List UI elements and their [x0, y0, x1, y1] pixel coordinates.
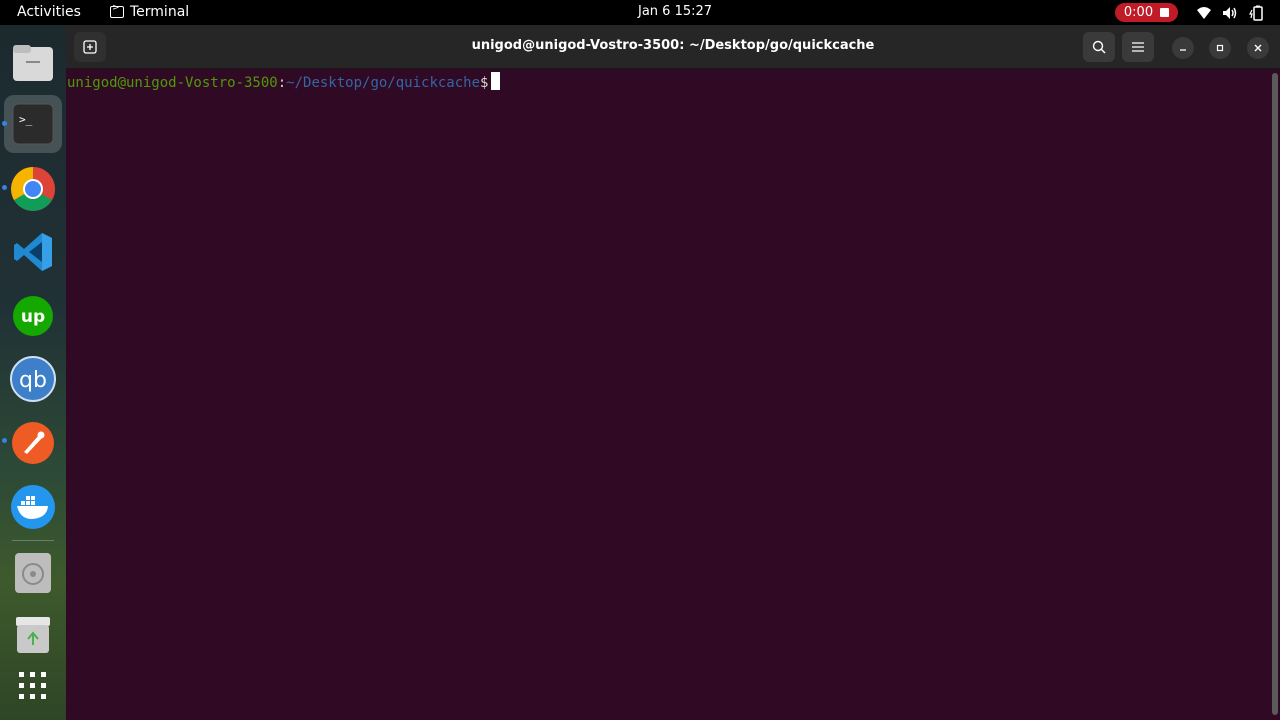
- prompt-path: ~/Desktop/go/quickcache: [286, 75, 481, 91]
- minimize-button[interactable]: [1172, 37, 1194, 59]
- dock-upwork[interactable]: up: [9, 292, 57, 340]
- minimize-icon: [1180, 49, 1186, 51]
- close-button[interactable]: [1247, 37, 1269, 59]
- maximize-button[interactable]: [1209, 37, 1231, 59]
- prompt-symbol: $: [480, 75, 489, 91]
- dock-vscode[interactable]: [9, 228, 57, 276]
- wifi-icon[interactable]: [1196, 5, 1212, 21]
- prompt-user: unigod@unigod-Vostro-3500: [67, 75, 278, 91]
- qbittorrent-icon: qb: [10, 356, 56, 402]
- upwork-glyph: up: [21, 307, 45, 327]
- dock-terminal[interactable]: >_: [4, 95, 62, 153]
- running-indicator: [2, 185, 7, 190]
- recording-time: 0:00: [1123, 5, 1154, 20]
- grid-icon: [19, 672, 46, 699]
- terminal-small-icon: [110, 3, 124, 18]
- menu-button[interactable]: [1122, 32, 1154, 62]
- qbittorrent-glyph: qb: [19, 368, 47, 393]
- dock: >_ up qb: [0, 25, 66, 720]
- stop-icon: [1160, 8, 1170, 17]
- terminal-content[interactable]: unigod@unigod-Vostro-3500:~/Desktop/go/q…: [66, 69, 1270, 720]
- dock-disc[interactable]: [9, 549, 57, 597]
- prompt-colon: :: [277, 75, 287, 91]
- window-titlebar[interactable]: unigod@unigod-Vostro-3500: ~/Desktop/go/…: [66, 25, 1280, 69]
- battery-icon[interactable]: [1249, 5, 1265, 21]
- maximize-icon: [1216, 44, 1224, 52]
- clock[interactable]: Jan 6 15:27: [638, 4, 712, 19]
- top-bar: Activities Terminal Jan 6 15:27 0:00: [0, 0, 1280, 25]
- show-apps-button[interactable]: [9, 662, 57, 710]
- trash-icon: [16, 617, 50, 653]
- docker-icon: [11, 485, 55, 529]
- terminal-window: unigod@unigod-Vostro-3500: ~/Desktop/go/…: [66, 25, 1280, 720]
- dock-postman[interactable]: [9, 419, 57, 467]
- activities-button[interactable]: Activities: [17, 4, 81, 20]
- terminal-icon: >_: [12, 103, 54, 145]
- search-icon: [1092, 40, 1106, 54]
- running-indicator: [2, 121, 7, 126]
- chrome-icon: [11, 167, 55, 211]
- scrollbar[interactable]: [1272, 73, 1278, 715]
- search-button[interactable]: [1083, 32, 1115, 62]
- prompt-line: unigod@unigod-Vostro-3500:~/Desktop/go/q…: [67, 72, 1269, 91]
- app-menu[interactable]: Terminal: [110, 3, 190, 20]
- close-icon: [1254, 44, 1262, 52]
- dock-chrome[interactable]: [9, 165, 57, 213]
- screen-recording-indicator[interactable]: 0:00: [1115, 3, 1178, 22]
- hamburger-menu-icon: [1132, 42, 1144, 52]
- dock-docker[interactable]: [9, 483, 57, 531]
- postman-icon: [12, 422, 54, 464]
- app-menu-label: Terminal: [130, 4, 190, 20]
- text-cursor: [491, 72, 501, 90]
- dock-qbittorrent[interactable]: qb: [9, 355, 57, 403]
- dock-files[interactable]: [9, 39, 57, 87]
- upwork-icon: up: [13, 296, 53, 336]
- volume-icon[interactable]: [1222, 5, 1238, 21]
- dock-separator: [12, 540, 54, 541]
- disc-icon: [15, 553, 51, 593]
- vscode-icon: [14, 233, 52, 271]
- terminal-glyph: >_: [19, 113, 33, 126]
- files-icon: [13, 45, 53, 81]
- dock-trash[interactable]: [9, 611, 57, 659]
- running-indicator: [2, 438, 7, 443]
